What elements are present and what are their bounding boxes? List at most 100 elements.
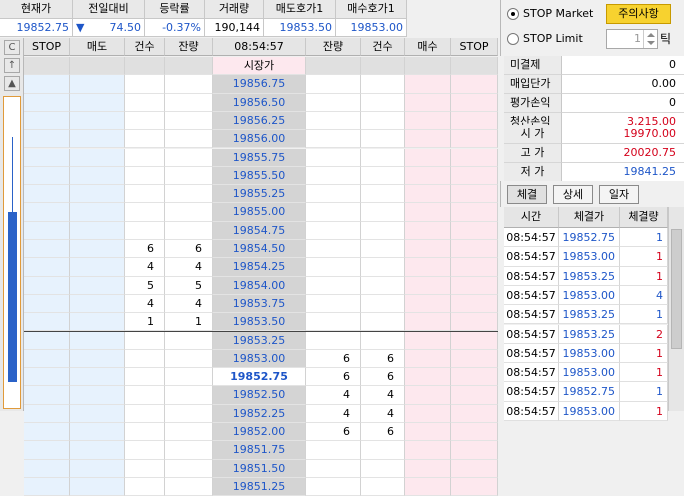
buy-order-cell[interactable] [405,166,451,186]
sell-order-cell[interactable] [70,349,125,369]
stop-buy-cell[interactable] [451,294,498,314]
stop-sell-cell[interactable] [24,148,70,167]
sell-order-cell[interactable] [70,294,125,314]
stop-market-radio[interactable] [507,8,519,20]
buy-order-cell[interactable] [405,368,451,387]
sell-order-cell[interactable] [70,148,125,167]
stop-buy-cell[interactable] [451,349,498,369]
stop-sell-cell[interactable] [24,185,70,204]
sell-order-cell[interactable] [70,331,125,350]
buy-order-cell[interactable] [405,313,451,332]
sell-order-cell[interactable] [70,240,125,259]
stop-sell-cell[interactable] [24,276,70,295]
market-price-button[interactable]: 시장가 [213,57,306,76]
stop-buy-cell[interactable] [451,75,498,94]
stop-buy-cell[interactable] [451,240,498,259]
stop-buy-cell[interactable] [451,93,498,112]
buy-order-cell[interactable] [405,441,451,460]
stop-sell-cell[interactable] [24,459,70,478]
stop-limit-label[interactable]: STOP Limit [523,31,583,47]
buy-order-cell[interactable] [405,331,451,350]
stop-sell-cell[interactable] [24,331,70,350]
stop-buy-cell[interactable] [451,166,498,186]
sell-order-cell[interactable] [70,75,125,94]
stop-buy-cell[interactable] [451,203,498,222]
stop-buy-cell[interactable] [451,57,498,76]
buy-order-cell[interactable] [405,93,451,112]
price-scroll-track[interactable] [3,96,21,409]
up-triangle-button[interactable]: ▲ [4,76,20,91]
tick-spinner[interactable] [643,30,657,48]
stop-sell-cell[interactable] [24,203,70,222]
stop-buy-cell[interactable] [451,313,498,332]
buy-order-cell[interactable] [405,349,451,369]
stop-sell-cell[interactable] [24,240,70,259]
buy-order-cell[interactable] [405,221,451,240]
scrollbar-thumb[interactable] [671,229,682,349]
stop-limit-radio[interactable] [507,33,519,45]
stop-buy-cell[interactable] [451,185,498,204]
clear-button[interactable]: C [4,40,20,55]
stop-sell-cell[interactable] [24,75,70,94]
stop-sell-cell[interactable] [24,221,70,240]
stop-buy-cell[interactable] [451,368,498,387]
stop-buy-cell[interactable] [451,111,498,131]
stop-sell-cell[interactable] [24,93,70,112]
stop-buy-cell[interactable] [451,404,498,423]
sell-order-cell[interactable] [70,477,125,496]
stop-sell-cell[interactable] [24,258,70,277]
stop-buy-cell[interactable] [451,221,498,240]
buy-order-cell[interactable] [405,240,451,259]
stop-sell-cell[interactable] [24,313,70,332]
buy-order-cell[interactable] [405,477,451,496]
buy-order-cell[interactable] [405,75,451,94]
stop-buy-cell[interactable] [451,258,498,277]
buy-order-cell[interactable] [405,258,451,277]
sell-order-cell[interactable] [70,185,125,204]
tab-details[interactable]: 상세 [553,185,593,204]
buy-order-cell[interactable] [405,57,451,76]
sell-order-cell[interactable] [70,166,125,186]
sell-order-cell[interactable] [70,203,125,222]
stop-sell-cell[interactable] [24,294,70,314]
stop-buy-cell[interactable] [451,148,498,167]
tab-daily[interactable]: 일자 [599,185,639,204]
stop-buy-cell[interactable] [451,477,498,496]
stop-sell-cell[interactable] [24,386,70,405]
sell-order-cell[interactable] [70,130,125,149]
stop-sell-cell[interactable] [24,423,70,442]
stop-buy-cell[interactable] [451,276,498,295]
stop-buy-cell[interactable] [451,386,498,405]
stop-buy-cell[interactable] [451,441,498,460]
stop-sell-cell[interactable] [24,130,70,149]
stop-buy-cell[interactable] [451,423,498,442]
buy-order-cell[interactable] [405,130,451,149]
buy-order-cell[interactable] [405,423,451,442]
sell-order-cell[interactable] [70,111,125,131]
stop-sell-cell[interactable] [24,166,70,186]
sell-order-cell[interactable] [70,459,125,478]
sell-order-cell[interactable] [70,93,125,112]
sell-order-cell[interactable] [70,313,125,332]
buy-order-cell[interactable] [405,404,451,423]
buy-order-cell[interactable] [405,276,451,295]
stop-sell-cell[interactable] [24,349,70,369]
buy-order-cell[interactable] [405,386,451,405]
sell-order-cell[interactable] [70,386,125,405]
stop-buy-cell[interactable] [451,130,498,149]
stop-buy-cell[interactable] [451,459,498,478]
sell-order-cell[interactable] [70,276,125,295]
buy-order-cell[interactable] [405,294,451,314]
sell-order-cell[interactable] [70,258,125,277]
stop-sell-cell[interactable] [24,368,70,387]
spin-up-icon[interactable] [647,33,655,37]
stop-sell-cell[interactable] [24,57,70,76]
sell-order-cell[interactable] [70,404,125,423]
stop-sell-cell[interactable] [24,111,70,131]
stop-sell-cell[interactable] [24,441,70,460]
sell-order-cell[interactable] [70,423,125,442]
buy-order-cell[interactable] [405,148,451,167]
notice-button[interactable]: 주의사항 [606,4,671,24]
stop-sell-cell[interactable] [24,404,70,423]
spin-down-icon[interactable] [647,41,655,45]
